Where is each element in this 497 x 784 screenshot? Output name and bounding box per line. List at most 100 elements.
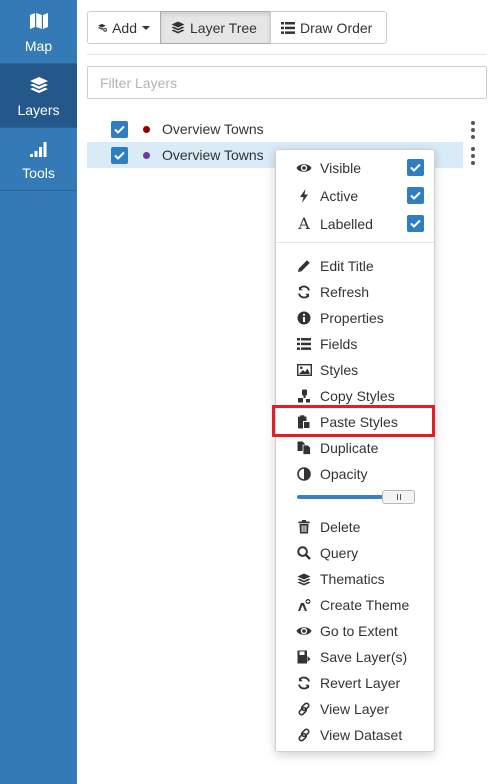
bolt-icon bbox=[296, 188, 312, 204]
menu-item-view-layer[interactable]: View Layer bbox=[276, 696, 434, 722]
eye-icon bbox=[296, 160, 312, 176]
opacity-slider-handle[interactable] bbox=[382, 490, 415, 504]
duplicate-icon bbox=[296, 440, 312, 456]
active-checkbox[interactable] bbox=[407, 187, 424, 204]
menu-item-revert-layer[interactable]: Revert Layer bbox=[276, 670, 434, 696]
layer-style-dot bbox=[143, 152, 150, 159]
layer-options-menu-icon[interactable] bbox=[469, 121, 477, 139]
filter-layers-input[interactable] bbox=[87, 66, 487, 99]
sidebar-divider bbox=[0, 190, 77, 191]
menu-item-delete[interactable]: Delete bbox=[276, 514, 434, 540]
paste-icon bbox=[296, 414, 312, 430]
create-theme-icon bbox=[296, 597, 312, 613]
menu-item-labelled[interactable]: A Labelled bbox=[276, 211, 434, 237]
menu-item-paste-styles[interactable]: Paste Styles bbox=[276, 409, 434, 435]
menu-item-copy-styles[interactable]: Copy Styles bbox=[276, 383, 434, 409]
menu-item-label: Create Theme bbox=[320, 597, 410, 613]
menu-item-label: Thematics bbox=[320, 571, 385, 587]
menu-item-styles[interactable]: Styles bbox=[276, 357, 434, 383]
layers-icon bbox=[0, 76, 77, 96]
menu-item-save-layers[interactable]: Save Layer(s) bbox=[276, 644, 434, 670]
menu-item-label: Active bbox=[320, 188, 359, 204]
copy-styles-icon bbox=[296, 388, 312, 404]
trash-icon bbox=[296, 519, 312, 535]
menu-item-visible[interactable]: Visible bbox=[276, 155, 434, 181]
layer-row[interactable]: Overview Towns bbox=[87, 116, 463, 142]
menu-item-label: Opacity bbox=[320, 466, 368, 482]
check-icon bbox=[410, 163, 421, 172]
save-icon bbox=[296, 649, 312, 665]
menu-item-label: Save Layer(s) bbox=[320, 649, 408, 665]
menu-divider bbox=[276, 242, 434, 243]
caret-down-icon bbox=[142, 25, 150, 30]
menu-item-label: Edit Title bbox=[320, 258, 374, 274]
visible-checkbox[interactable] bbox=[407, 159, 424, 176]
sidebar-tab-map[interactable]: Map bbox=[0, 0, 77, 63]
link-icon bbox=[296, 701, 312, 717]
menu-item-fields[interactable]: Fields bbox=[276, 331, 434, 357]
layer-options-menu-icon[interactable] bbox=[469, 147, 477, 165]
menu-item-label: Visible bbox=[320, 160, 361, 176]
menu-item-thematics[interactable]: Thematics bbox=[276, 566, 434, 592]
menu-item-query[interactable]: Query bbox=[276, 540, 434, 566]
layer-tree-button[interactable]: Layer Tree bbox=[160, 11, 271, 44]
signal-bars-icon bbox=[0, 139, 77, 159]
add-layers-icon bbox=[98, 23, 108, 32]
layer-visible-checkbox[interactable] bbox=[111, 121, 128, 138]
menu-item-active[interactable]: Active bbox=[276, 183, 434, 209]
layers-icon bbox=[171, 21, 185, 34]
menu-item-label: Paste Styles bbox=[320, 414, 398, 430]
labelled-checkbox[interactable] bbox=[407, 215, 424, 232]
menu-item-view-dataset[interactable]: View Dataset bbox=[276, 722, 434, 748]
list-icon bbox=[281, 21, 295, 34]
draw-order-button[interactable]: Draw Order bbox=[270, 11, 387, 44]
menu-item-label: Styles bbox=[320, 362, 359, 378]
menu-item-duplicate[interactable]: Duplicate bbox=[276, 435, 434, 461]
check-icon bbox=[410, 191, 421, 200]
check-icon bbox=[114, 151, 125, 160]
sidebar-tab-layers[interactable]: Layers bbox=[0, 64, 77, 127]
sidebar: Map Layers Tools bbox=[0, 0, 77, 784]
layer-style-dot bbox=[143, 126, 150, 133]
add-button[interactable]: Add bbox=[87, 11, 161, 44]
check-icon bbox=[410, 219, 421, 228]
draw-order-button-label: Draw Order bbox=[300, 19, 373, 36]
map-icon bbox=[0, 12, 77, 32]
toolbar-divider bbox=[87, 54, 487, 55]
check-icon bbox=[114, 125, 125, 134]
menu-item-go-to-extent[interactable]: Go to Extent bbox=[276, 618, 434, 644]
sidebar-tab-tools[interactable]: Tools bbox=[0, 127, 77, 190]
layer-visible-checkbox[interactable] bbox=[111, 147, 128, 164]
eye-icon bbox=[296, 623, 312, 639]
sidebar-tab-label: Map bbox=[24, 38, 53, 54]
menu-item-label: Go to Extent bbox=[320, 623, 398, 639]
layers-icon bbox=[296, 571, 312, 587]
menu-item-opacity[interactable]: Opacity bbox=[276, 461, 434, 487]
menu-item-label: Duplicate bbox=[320, 440, 379, 456]
menu-item-label: Delete bbox=[320, 519, 361, 535]
menu-item-label: Labelled bbox=[320, 216, 373, 232]
menu-item-label: Copy Styles bbox=[320, 388, 395, 404]
menu-item-label: Fields bbox=[320, 336, 358, 352]
menu-item-refresh[interactable]: Refresh bbox=[276, 279, 434, 305]
image-icon bbox=[296, 362, 312, 378]
layer-name: Overview Towns bbox=[162, 147, 264, 163]
menu-item-label: Refresh bbox=[320, 284, 370, 300]
opacity-slider-track[interactable] bbox=[297, 495, 393, 499]
menu-item-edit-title[interactable]: Edit Title bbox=[276, 253, 434, 279]
add-button-label: Add bbox=[112, 19, 137, 36]
menu-item-label: Revert Layer bbox=[320, 675, 401, 691]
menu-item-create-theme[interactable]: Create Theme bbox=[276, 592, 434, 618]
pencil-icon bbox=[296, 258, 312, 274]
menu-item-label: View Layer bbox=[320, 701, 390, 717]
search-icon bbox=[296, 545, 312, 561]
list-icon bbox=[296, 336, 312, 352]
menu-item-properties[interactable]: Properties bbox=[276, 305, 434, 331]
info-circle-icon bbox=[296, 310, 312, 326]
sidebar-tab-label: Layers bbox=[17, 102, 60, 118]
menu-item-label: Properties bbox=[320, 310, 384, 326]
layer-context-menu: Visible Active A Labelled Edit Title Ref… bbox=[275, 149, 435, 752]
sidebar-tab-label: Tools bbox=[22, 165, 55, 181]
menu-item-label: Query bbox=[320, 545, 359, 561]
layer-toolbar: Add Layer Tree Draw Order bbox=[87, 11, 387, 44]
